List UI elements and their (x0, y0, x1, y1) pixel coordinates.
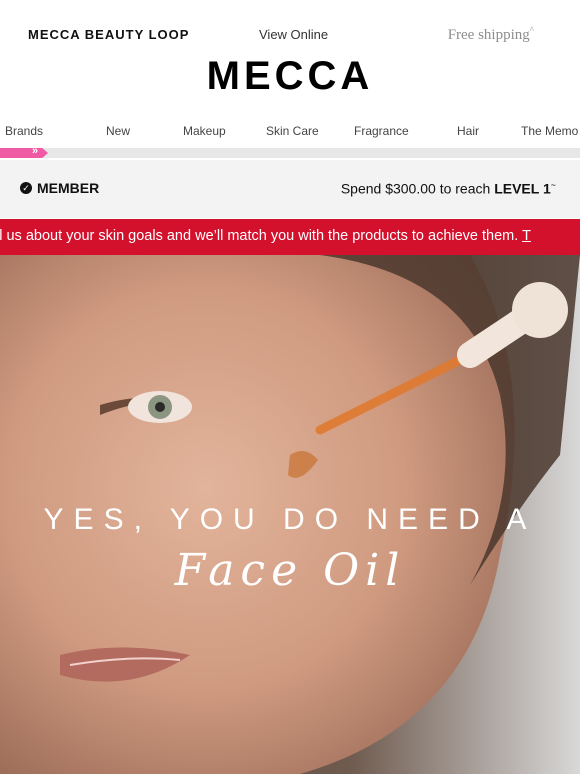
nav-item-new[interactable]: New (106, 124, 130, 138)
hero-script-title: Face Oil (174, 545, 406, 596)
hero-image[interactable]: YES, YOU DO NEED A Face Oil (0, 255, 580, 774)
member-status-bar: ✓ MEMBER Spend $300.00 to reach LEVEL 1~ (0, 160, 580, 218)
category-nav: Brands New Makeup Skin Care Fragrance Ha… (0, 118, 580, 146)
banner-link[interactable]: T (522, 228, 531, 244)
next-level: LEVEL 1 (494, 180, 551, 197)
chevron-right-icon: » (32, 145, 38, 157)
spend-to-level-text: Spend $300.00 to reach LEVEL 1~ (341, 180, 556, 197)
loyalty-progress-fill: » (0, 148, 48, 158)
free-shipping-text: Free shipping (447, 27, 530, 43)
level-mark: ~ (550, 180, 556, 190)
nav-item-the-memo[interactable]: The Memo (521, 124, 578, 138)
nav-item-fragrance[interactable]: Fragrance (354, 124, 409, 138)
banner-text: ll us about your skin goals and we’ll ma… (0, 228, 531, 244)
email-header: MECCA BEAUTY LOOP View Online Free shipp… (0, 0, 580, 118)
nav-item-hair[interactable]: Hair (457, 124, 479, 138)
nav-item-brands[interactable]: Brands (5, 124, 43, 138)
beauty-loop-label[interactable]: MECCA BEAUTY LOOP (28, 27, 189, 42)
nav-item-skin-care[interactable]: Skin Care (266, 124, 319, 138)
free-shipping-mark: ^ (529, 25, 534, 35)
skin-quiz-banner[interactable]: ll us about your skin goals and we’ll ma… (0, 219, 580, 255)
nav-item-makeup[interactable]: Makeup (183, 124, 226, 138)
hero-headline: YES, YOU DO NEED A (43, 503, 537, 536)
loyalty-progress-bar: » (0, 148, 580, 158)
view-online-link[interactable]: View Online (259, 27, 328, 42)
free-shipping-link[interactable]: Free shipping^ (448, 25, 534, 44)
spend-prefix: Spend $300.00 to reach (340, 180, 491, 197)
check-circle-icon: ✓ (20, 182, 32, 194)
mecca-logo[interactable]: MECCA (0, 52, 580, 100)
banner-message: ll us about your skin goals and we’ll ma… (0, 228, 519, 244)
member-tier-label: MEMBER (37, 180, 100, 196)
